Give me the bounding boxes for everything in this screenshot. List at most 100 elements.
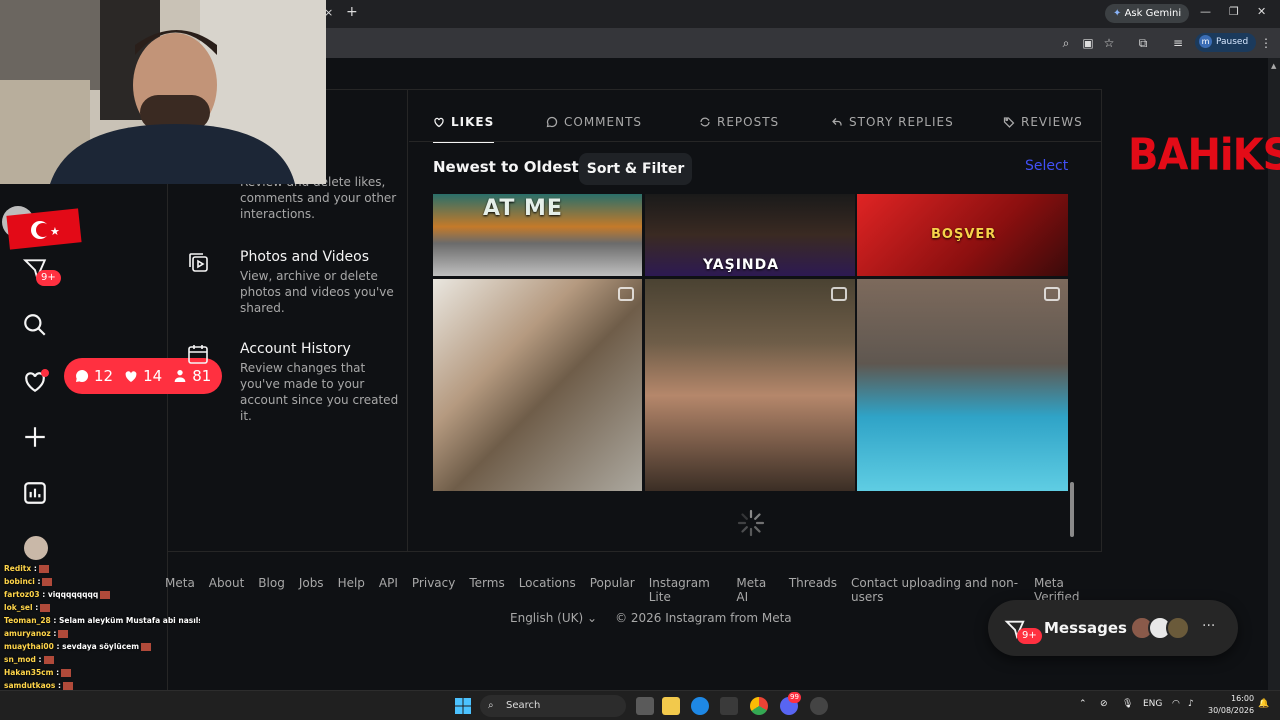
select-button[interactable]: Select (1025, 158, 1068, 174)
photos-videos-icon (186, 250, 210, 274)
comments-count-group: 12 (74, 367, 113, 385)
footer-link[interactable]: About (209, 576, 244, 604)
chat-message: Teoman_28 : Selam aleyküm Mustafa abi na… (0, 614, 200, 627)
search-nav-icon[interactable] (22, 312, 50, 340)
chat-message: amuryanoz : (0, 627, 200, 640)
tab-story-replies-label: STORY REPLIES (849, 115, 954, 129)
reading-list-icon[interactable]: ≡ (1170, 35, 1186, 51)
tab-reviews[interactable]: REVIEWS (1003, 107, 1083, 137)
footer-link[interactable]: Terms (469, 576, 504, 604)
cast-icon[interactable]: ▣ (1080, 35, 1096, 51)
insights-nav-icon[interactable] (22, 480, 50, 508)
account-history-setting[interactable]: Account History Review changes that you'… (240, 341, 400, 424)
calendar-icon (186, 342, 210, 366)
photos-videos-setting[interactable]: Photos and Videos View, archive or delet… (240, 249, 400, 316)
chat-message: fartoz03 : viqqqqqqqq (0, 588, 200, 601)
edge-icon[interactable] (691, 697, 709, 715)
tab-story-replies[interactable]: STORY REPLIES (831, 107, 954, 137)
search-placeholder: Search (506, 700, 541, 711)
grid-item[interactable] (857, 279, 1068, 491)
messages-button[interactable]: 9+ Messages ··· (988, 600, 1238, 656)
close-window-icon[interactable]: ✕ (1257, 5, 1266, 18)
footer-link[interactable]: API (379, 576, 398, 604)
footer-link[interactable]: Jobs (299, 576, 324, 604)
profile-button[interactable]: m Paused (1195, 33, 1257, 52)
mic-icon[interactable]: 🎙 (1122, 699, 1133, 709)
store-icon[interactable] (720, 697, 738, 715)
sort-filter-button[interactable]: Sort & Filter (579, 153, 692, 185)
grid-scroll-thumb[interactable] (1070, 482, 1074, 537)
network-off-icon[interactable]: ⊘ (1100, 699, 1108, 709)
grid-item[interactable]: BOŞVER (857, 194, 1068, 276)
heart-icon (434, 117, 444, 128)
grid-item[interactable]: AT ME (433, 194, 642, 276)
reel-icon (831, 287, 847, 301)
emote-icon (38, 565, 49, 573)
chat-username: Reditx (4, 564, 32, 573)
language-indicator[interactable]: ENG (1143, 699, 1162, 709)
zoom-icon[interactable]: ⌕ (1058, 35, 1074, 51)
sort-order-label: Newest to Oldest (433, 158, 579, 176)
tag-icon (1003, 117, 1015, 128)
minimize-icon[interactable]: — (1200, 5, 1211, 18)
chat-username: Teoman_28 (4, 616, 51, 625)
system-clock[interactable]: 16:00 30/08/2026 (1208, 693, 1254, 717)
tab-comments[interactable]: COMMENTS (546, 107, 642, 137)
tab-likes[interactable]: LIKES (433, 107, 495, 143)
maximize-icon[interactable]: ❐ (1229, 5, 1239, 18)
windows-start-icon[interactable] (455, 698, 471, 714)
tray-chevron-icon[interactable]: ⌃ (1079, 699, 1087, 709)
chrome-icon[interactable] (750, 697, 768, 715)
likes-count-group: 14 (123, 367, 162, 385)
footer-link[interactable]: Help (338, 576, 365, 604)
wifi-icon[interactable]: ◠ (1172, 699, 1180, 709)
photos-videos-desc: View, archive or delete photos and video… (240, 269, 394, 315)
create-nav-icon[interactable] (22, 424, 50, 452)
discord-badge: 99 (788, 692, 801, 703)
footer-link[interactable]: Contact uploading and non-users (851, 576, 1020, 604)
footer-link[interactable]: Meta AI (736, 576, 774, 604)
reel-icon (1044, 287, 1060, 301)
grid-item[interactable] (645, 279, 855, 491)
chat-text: : (57, 681, 61, 690)
reply-icon (832, 118, 842, 126)
turkey-flag-overlay: ★ (2, 206, 82, 250)
gemini-icon: ✦ (1113, 8, 1122, 19)
heart-nav-icon[interactable] (22, 368, 50, 396)
footer-link[interactable]: Blog (258, 576, 285, 604)
app-icon[interactable] (810, 697, 828, 715)
grid-item[interactable]: YAŞINDA (645, 194, 855, 276)
grid-scrollbar[interactable] (1068, 194, 1076, 552)
footer-link[interactable]: Locations (519, 576, 576, 604)
volume-icon[interactable]: ♪ (1188, 699, 1194, 709)
taskbar-search[interactable]: ⌕ Search (480, 695, 626, 717)
account-history-title: Account History (240, 341, 351, 357)
bookmark-star-icon[interactable]: ☆ (1101, 35, 1117, 51)
footer-link[interactable]: Popular (590, 576, 635, 604)
notification-bell-icon[interactable]: 🔔 (1258, 699, 1269, 709)
chat-message: Reditx : (0, 562, 200, 575)
notifications-badge: 9+ (36, 270, 61, 286)
emote-icon (58, 630, 69, 638)
chat-message: sn_mod : (0, 653, 200, 666)
file-explorer-icon[interactable] (662, 697, 680, 715)
grid-item[interactable] (433, 279, 642, 491)
chat-message: lok_sel : (0, 601, 200, 614)
footer-link[interactable]: Threads (789, 576, 837, 604)
discord-icon[interactable]: 99 (780, 692, 801, 715)
loading-spinner-icon (737, 509, 765, 537)
footer-link[interactable]: Privacy (412, 576, 455, 604)
extensions-icon[interactable]: ⧉ (1135, 35, 1151, 51)
footer-link[interactable]: Instagram Lite (649, 576, 723, 604)
tab-reposts[interactable]: REPOSTS (699, 107, 779, 137)
ask-gemini-button[interactable]: ✦ Ask Gemini (1105, 4, 1190, 23)
new-tab-button[interactable]: + (346, 4, 358, 20)
task-view-icon[interactable] (636, 697, 654, 715)
scroll-up-icon[interactable]: ▲ (1271, 62, 1276, 70)
emote-icon (62, 682, 73, 690)
language-select[interactable]: English (UK) ⌄ (510, 611, 597, 625)
browser-menu-icon[interactable]: ⋮ (1258, 35, 1274, 51)
tab-comments-label: COMMENTS (564, 115, 643, 129)
profile-avatar-nav[interactable] (24, 536, 48, 560)
more-icon[interactable]: ··· (1202, 618, 1215, 634)
